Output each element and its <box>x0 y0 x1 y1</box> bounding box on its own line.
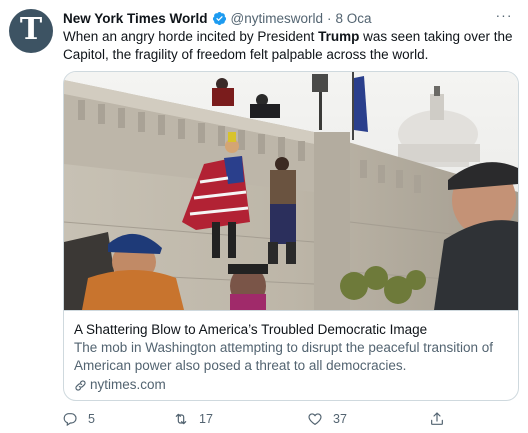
retweet-count: 17 <box>199 412 213 426</box>
tweet-date[interactable]: 8 Oca <box>336 11 372 26</box>
action-bar: 5 17 37 <box>62 410 462 428</box>
link-card[interactable]: A Shattering Blow to America’s Troubled … <box>63 71 519 401</box>
tweet-text-bold: Trump <box>318 29 360 44</box>
reply-icon <box>63 413 77 427</box>
reply-count: 5 <box>88 412 95 426</box>
card-description: The mob in Washington attempting to disr… <box>74 340 493 373</box>
card-title: A Shattering Blow to America’s Troubled … <box>74 322 428 337</box>
header-separator: · <box>327 10 332 26</box>
author-name[interactable]: New York Times World <box>63 11 208 26</box>
card-domain-text: nytimes.com <box>90 377 166 392</box>
link-icon <box>75 379 86 391</box>
card-domain: nytimes.com <box>74 376 508 394</box>
avatar-logo: T <box>19 12 43 47</box>
reply-button[interactable]: 5 <box>62 410 95 428</box>
tweet[interactable]: T New York Times World @nytimesworld · 8… <box>0 0 528 433</box>
verified-badge-icon <box>212 11 226 25</box>
like-count: 37 <box>333 412 347 426</box>
like-button[interactable]: 37 <box>307 410 347 428</box>
tweet-header: New York Times World @nytimesworld · 8 O… <box>63 9 372 27</box>
retweet-button[interactable]: 17 <box>173 410 213 428</box>
card-photo <box>64 72 518 310</box>
tweet-text: When an angry horde incited by President… <box>63 28 518 64</box>
author-handle[interactable]: @nytimesworld <box>231 11 323 26</box>
retweet-icon <box>175 413 187 425</box>
tweet-text-part: When an angry horde incited by President <box>63 29 319 44</box>
share-icon <box>431 412 443 425</box>
heart-icon <box>308 413 322 425</box>
more-options-icon[interactable]: ··· <box>494 8 514 22</box>
share-button[interactable] <box>429 410 455 428</box>
card-body: A Shattering Blow to America’s Troubled … <box>64 310 518 394</box>
avatar[interactable]: T <box>9 9 53 53</box>
